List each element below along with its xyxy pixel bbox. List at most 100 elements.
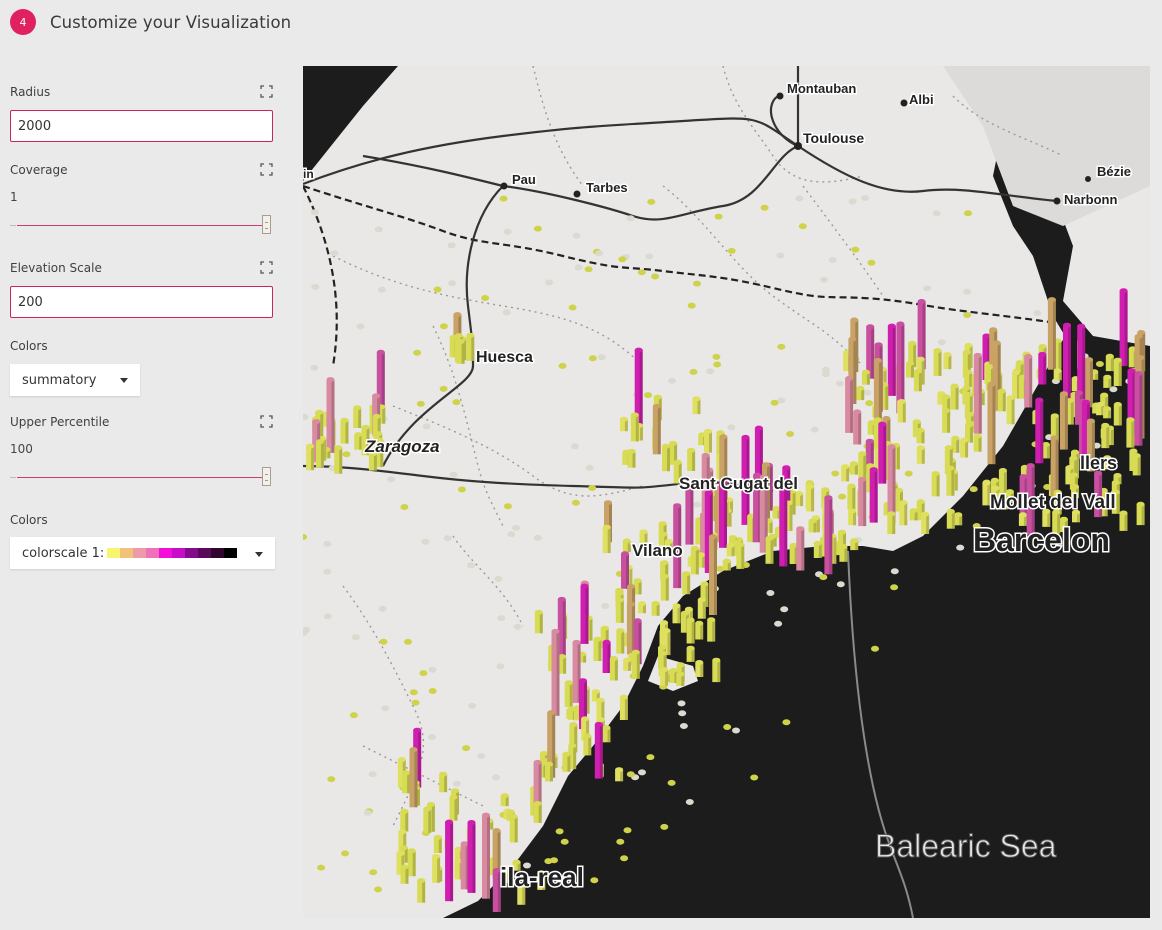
upper-percentile-slider-handle[interactable]: [262, 467, 271, 486]
hex-cell: [512, 524, 520, 531]
hex-column: [931, 471, 940, 497]
hex-column: [432, 854, 441, 883]
hex-column: [848, 508, 857, 526]
elevation-scale-input[interactable]: [10, 286, 273, 318]
percentile-expand-icon[interactable]: [260, 415, 273, 428]
label-mollet: Mollet del Vall: [990, 492, 1116, 513]
radius-expand-icon[interactable]: [260, 85, 273, 98]
hex-column: [950, 383, 959, 410]
hex-cell: [969, 486, 978, 493]
hex-column: [690, 545, 699, 575]
hex-column: [630, 412, 639, 442]
coverage-slider[interactable]: [10, 215, 273, 237]
hex-column: [722, 558, 731, 571]
hex-cell: [760, 204, 769, 211]
hex-cell: [727, 424, 736, 431]
coverage-slider-handle[interactable]: [262, 215, 271, 234]
colorscale-select[interactable]: colorscale 1:: [10, 537, 275, 569]
colorscale-swatch: [146, 548, 160, 558]
hex-cell: [363, 809, 372, 816]
radius-label: Radius: [10, 85, 51, 99]
hex-cell: [368, 771, 377, 778]
hex-column: [433, 835, 442, 853]
hex-column: [964, 369, 973, 387]
hex-column: [796, 526, 805, 571]
hex-cell: [381, 705, 390, 712]
step-badge: 4: [10, 9, 36, 35]
hex-cell: [836, 581, 845, 588]
hex-column: [1059, 391, 1068, 450]
hex-cell: [865, 400, 874, 407]
upper-percentile-slider[interactable]: [10, 467, 273, 489]
hex-cell: [890, 584, 899, 591]
hex-column: [960, 437, 969, 458]
hex-column: [533, 801, 542, 823]
hex-column: [602, 524, 611, 553]
hex-column: [551, 628, 560, 716]
hex-cell: [545, 279, 554, 286]
radius-input[interactable]: [10, 110, 273, 142]
hex-column: [954, 512, 963, 526]
hex-cell: [871, 645, 879, 652]
hex-cell: [777, 343, 786, 350]
hex-column: [897, 399, 906, 423]
hex-column: [456, 339, 465, 364]
hex-cell: [341, 850, 350, 857]
hex-column: [736, 542, 745, 569]
hex-column: [1038, 351, 1047, 385]
hex-cell: [503, 503, 512, 510]
hex-cell: [848, 198, 857, 205]
map-canvas[interactable]: Montauban Albi Toulouse Bézie Pau Tarbes…: [303, 66, 1150, 918]
label-beziers: Bézie: [1097, 164, 1131, 179]
label-pau: Pau: [512, 172, 536, 187]
hex-cell: [409, 689, 418, 696]
hex-cell: [323, 568, 332, 575]
hex-cell: [351, 634, 360, 641]
hex-column: [682, 571, 691, 595]
hex-cell: [795, 195, 804, 202]
hex-column: [916, 427, 925, 444]
hex-column: [482, 812, 490, 899]
colors-select[interactable]: summatory: [10, 364, 140, 396]
colorscale-swatch: [198, 548, 212, 558]
hex-cell: [327, 776, 336, 783]
hex-cell: [311, 284, 320, 290]
hex-cell: [588, 485, 597, 491]
label-balearic-sea: Balearic Sea: [875, 828, 1057, 864]
hex-column: [353, 405, 362, 428]
hex-cell: [428, 666, 437, 673]
coverage-expand-icon[interactable]: [260, 163, 273, 176]
hex-column: [545, 761, 553, 782]
hex-cell: [377, 286, 386, 293]
hex-column: [1096, 402, 1105, 416]
hex-cell: [497, 615, 506, 622]
hex-cell: [677, 700, 686, 707]
hex-column: [841, 464, 850, 482]
hex-cell: [819, 574, 828, 581]
hex-cell: [601, 603, 610, 609]
hex-cell: [572, 232, 581, 239]
hex-cell: [571, 499, 580, 506]
hex-cell: [831, 470, 840, 477]
hex-column: [695, 620, 704, 640]
hex-cell: [667, 779, 676, 786]
hex-cell: [422, 423, 431, 430]
hex-column: [1119, 510, 1128, 531]
hex-column: [909, 508, 918, 521]
hex-cell: [637, 269, 646, 276]
hex-cell: [890, 568, 899, 575]
hex-cell: [693, 501, 702, 508]
colorscale-swatch: [133, 548, 147, 558]
map-view[interactable]: Montauban Albi Toulouse Bézie Pau Tarbes…: [303, 66, 1150, 918]
hex-column: [692, 396, 701, 415]
hex-column: [943, 352, 952, 370]
hex-cell: [835, 380, 844, 387]
hex-cell: [468, 702, 477, 709]
hex-cell: [668, 377, 676, 384]
hex-cell: [494, 575, 503, 582]
hex-column: [562, 751, 571, 772]
elevation-expand-icon[interactable]: [260, 261, 273, 274]
hex-cell: [732, 727, 740, 734]
hex-column: [916, 445, 925, 464]
colorscale-swatch: [211, 548, 225, 558]
